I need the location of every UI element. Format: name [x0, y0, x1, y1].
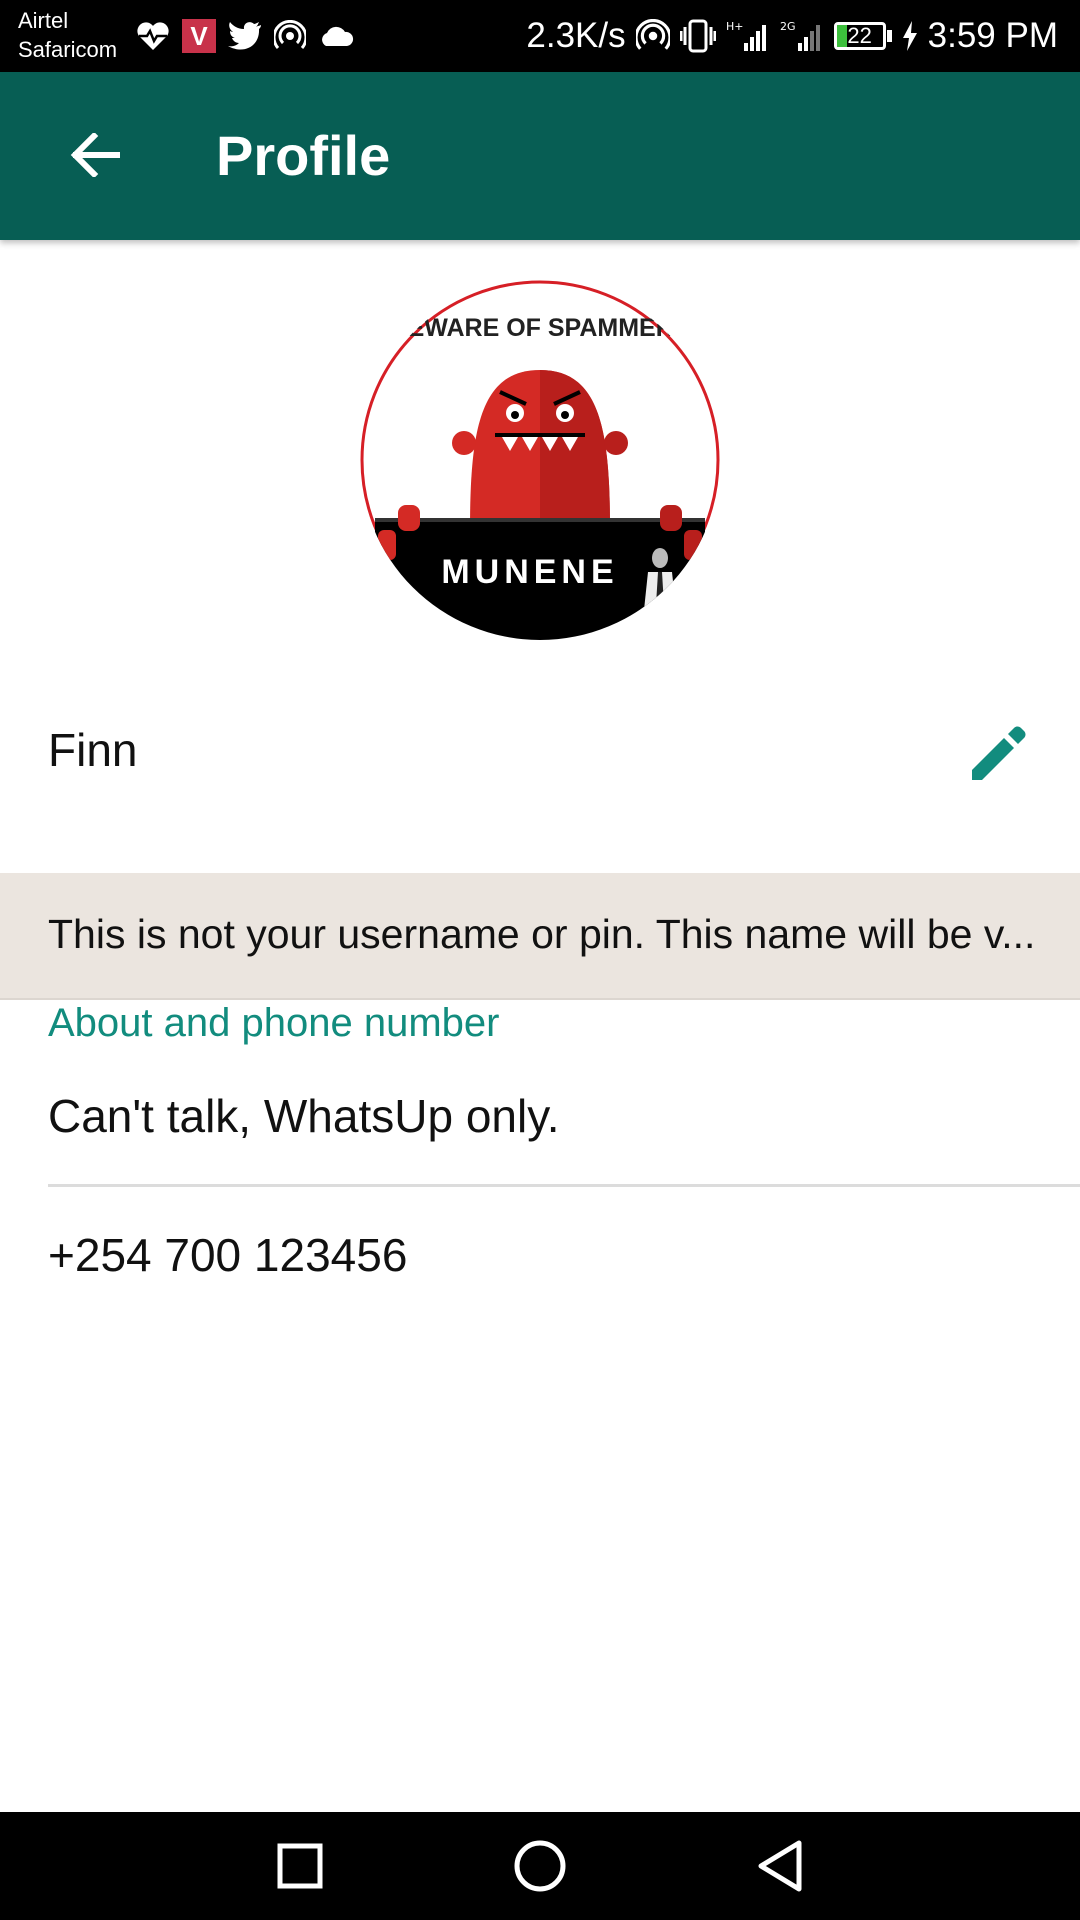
- pencil-icon: [972, 726, 1026, 780]
- signal-2g-icon: 2G: [780, 20, 820, 51]
- arrow-back-icon: [70, 133, 120, 177]
- about-text[interactable]: Can't talk, WhatsUp only.: [48, 1088, 560, 1144]
- triangle-back-icon: [758, 1840, 802, 1892]
- navigation-bar: [0, 1812, 1080, 1920]
- net-speed: 2.3K/s: [526, 16, 626, 55]
- page-title: Profile: [216, 124, 391, 187]
- svg-text:2G: 2G: [780, 20, 796, 33]
- vibrate-icon: [679, 19, 716, 53]
- divider: [48, 1184, 1080, 1187]
- avatar-sign-text: MUNENE: [441, 553, 618, 591]
- notification-icons: V: [136, 18, 354, 54]
- home-button[interactable]: [510, 1836, 570, 1896]
- battery-fill: [836, 25, 847, 47]
- circle-icon: [514, 1840, 566, 1892]
- recent-apps-button[interactable]: [270, 1836, 330, 1896]
- heart-rate-icon: [137, 22, 169, 50]
- square-icon: [277, 1843, 323, 1889]
- phone-number: +254 700 123456: [48, 1229, 408, 1281]
- profile-photo[interactable]: BEWARE OF SPAMMERS MUNENE: [360, 280, 720, 640]
- cloud-icon: [322, 26, 354, 46]
- charging-icon: [902, 21, 917, 51]
- back-button[interactable]: [62, 122, 128, 188]
- notice-text: This is not your username or pin. This n…: [48, 911, 1036, 957]
- edit-name-button[interactable]: [962, 716, 1034, 788]
- signal-hplus-icon: H+: [726, 20, 766, 51]
- section-header-about-phone: About and phone number: [48, 1001, 500, 1045]
- back-nav-button[interactable]: [750, 1836, 810, 1896]
- twitter-icon: [228, 22, 261, 50]
- carrier-names: Airtel Safaricom: [18, 6, 117, 64]
- carrier-1: Airtel: [18, 8, 69, 33]
- battery-level: 22: [847, 23, 872, 48]
- clock: 3:59 PM: [927, 16, 1058, 55]
- name-row: Finn: [0, 700, 1080, 800]
- status-bar: Airtel Safaricom V 2.3K/s H+ 2G 22 3:59 …: [0, 0, 1080, 72]
- profile-name: Finn: [48, 724, 138, 776]
- profile-photo-image: BEWARE OF SPAMMERS MUNENE: [360, 280, 720, 640]
- hotspot-icon: [635, 19, 670, 50]
- battery-nub: [886, 30, 892, 42]
- v-app-icon: V: [182, 19, 216, 53]
- name-info-notice: This is not your username or pin. This n…: [0, 873, 1080, 1000]
- app-bar: Profile: [0, 72, 1080, 240]
- carrier-2: Safaricom: [18, 37, 118, 62]
- avatar-banner-text: BEWARE OF SPAMMERS: [390, 314, 691, 342]
- svg-text:H+: H+: [726, 20, 744, 33]
- battery-icon: 22: [833, 22, 886, 50]
- system-indicators: 2.3K/s H+ 2G 22 3:59 PM: [526, 14, 1058, 58]
- hotspot-icon: [274, 20, 306, 49]
